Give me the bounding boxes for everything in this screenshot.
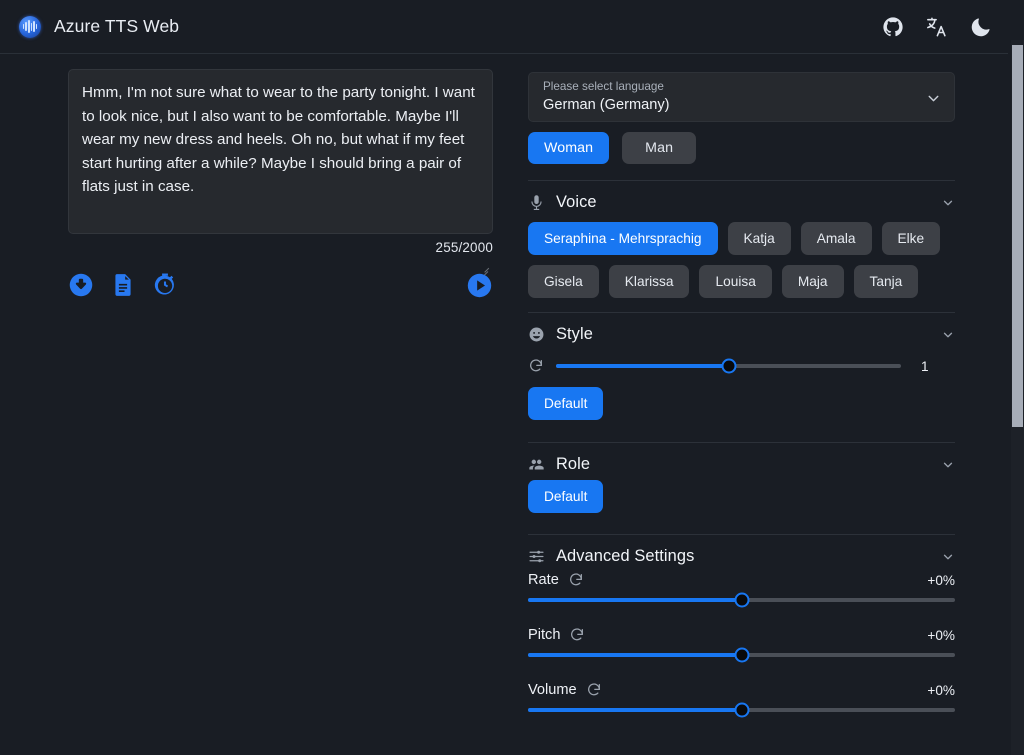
gender-option-man[interactable]: Man	[622, 132, 696, 164]
voice-option-maja[interactable]: Maja	[782, 265, 844, 298]
voice-option-elke[interactable]: Elke	[882, 222, 941, 255]
pitch-slider-knob[interactable]	[734, 648, 749, 663]
style-slider-knob[interactable]	[721, 359, 736, 374]
rate-slider-track[interactable]	[528, 598, 955, 602]
volume-slider-track[interactable]	[528, 708, 955, 712]
voice-option-louisa[interactable]: Louisa	[699, 265, 771, 298]
microphone-icon	[528, 194, 545, 211]
section-header-role[interactable]: Role	[528, 442, 955, 474]
tts-text-input[interactable]	[68, 69, 493, 234]
role-option-default[interactable]: Default	[528, 480, 603, 513]
style-slider-track[interactable]	[556, 364, 901, 368]
chevron-down-icon	[925, 90, 942, 107]
style-option-default[interactable]: Default	[528, 387, 603, 420]
voice-option-gisela[interactable]: Gisela	[528, 265, 599, 298]
stopwatch-icon[interactable]	[152, 272, 178, 298]
section-title-role: Role	[556, 455, 590, 474]
pitch-slider-fill	[528, 653, 742, 657]
volume-slider-fill	[528, 708, 742, 712]
style-slider-fill	[556, 364, 729, 368]
advanced-row-rate-label: Rate +0%	[528, 572, 955, 588]
advanced-row-pitch-label: Pitch +0%	[528, 627, 955, 643]
pitch-slider-track[interactable]	[528, 653, 955, 657]
github-icon[interactable]	[882, 16, 904, 38]
voice-option-amala[interactable]: Amala	[801, 222, 872, 255]
people-icon	[528, 456, 545, 473]
language-select-label: Please select language	[543, 79, 940, 94]
section-header-style[interactable]: Style	[528, 312, 955, 344]
rate-slider-knob[interactable]	[734, 593, 749, 608]
play-icon[interactable]	[466, 272, 493, 299]
voice-options: Seraphina - Mehrsprachig Katja Amala Elk…	[528, 222, 963, 298]
advanced-pitch-name: Pitch	[528, 627, 560, 643]
role-options: Default	[528, 480, 963, 513]
app-root: Azure TTS Web 255/2000	[0, 0, 1024, 755]
chevron-down-icon	[941, 458, 955, 472]
section-title-voice: Voice	[556, 193, 597, 212]
reset-icon[interactable]	[528, 358, 544, 374]
advanced-volume-value: +0%	[927, 683, 955, 698]
section-title-style: Style	[556, 325, 593, 344]
scrollbar-thumb[interactable]	[1012, 45, 1023, 427]
editor-pane: 255/2000	[0, 54, 512, 755]
volume-slider-knob[interactable]	[734, 703, 749, 718]
rate-slider-fill	[528, 598, 742, 602]
editor-toolbar	[68, 266, 493, 304]
advanced-rate-name: Rate	[528, 572, 559, 588]
advanced-row-volume-label: Volume +0%	[528, 682, 955, 698]
language-select-value: German (Germany)	[543, 95, 940, 115]
smiley-icon	[528, 326, 545, 343]
style-slider-row: 1	[528, 358, 955, 374]
app-header: Azure TTS Web	[0, 0, 1008, 54]
chevron-down-icon	[941, 550, 955, 564]
gender-toggle-group: Woman Man	[528, 132, 696, 164]
voice-option-klarissa[interactable]: Klarissa	[609, 265, 690, 298]
language-select[interactable]: Please select language German (Germany)	[528, 72, 955, 122]
advanced-pitch-value: +0%	[927, 628, 955, 643]
chevron-down-icon	[941, 328, 955, 342]
voice-option-katja[interactable]: Katja	[728, 222, 791, 255]
style-slider-value: 1	[921, 359, 929, 374]
gender-option-woman[interactable]: Woman	[528, 132, 609, 164]
section-header-advanced-settings[interactable]: Advanced Settings	[528, 534, 955, 566]
download-icon[interactable]	[68, 272, 94, 298]
reset-icon[interactable]	[586, 682, 602, 698]
advanced-rate-value: +0%	[927, 573, 955, 588]
translate-icon[interactable]	[926, 16, 948, 38]
voice-option-tanja[interactable]: Tanja	[854, 265, 919, 298]
soundwave-logo-icon	[19, 16, 41, 38]
advanced-volume-name: Volume	[528, 682, 577, 698]
voice-option-seraphina[interactable]: Seraphina - Mehrsprachig	[528, 222, 718, 255]
sliders-icon	[528, 548, 545, 565]
page-scrollbar[interactable]	[1011, 40, 1024, 755]
header-actions	[882, 16, 992, 38]
file-text-icon[interactable]	[110, 272, 136, 298]
moon-icon[interactable]	[970, 16, 992, 38]
style-options: Default	[528, 387, 963, 420]
settings-pane: Please select language German (Germany) …	[512, 54, 1008, 755]
section-title-advanced-settings: Advanced Settings	[556, 547, 694, 566]
character-counter: 255/2000	[0, 240, 493, 255]
chevron-down-icon	[941, 196, 955, 210]
reset-icon[interactable]	[569, 627, 585, 643]
reset-icon[interactable]	[568, 572, 584, 588]
section-header-voice[interactable]: Voice	[528, 180, 955, 212]
page-title: Azure TTS Web	[54, 16, 179, 37]
